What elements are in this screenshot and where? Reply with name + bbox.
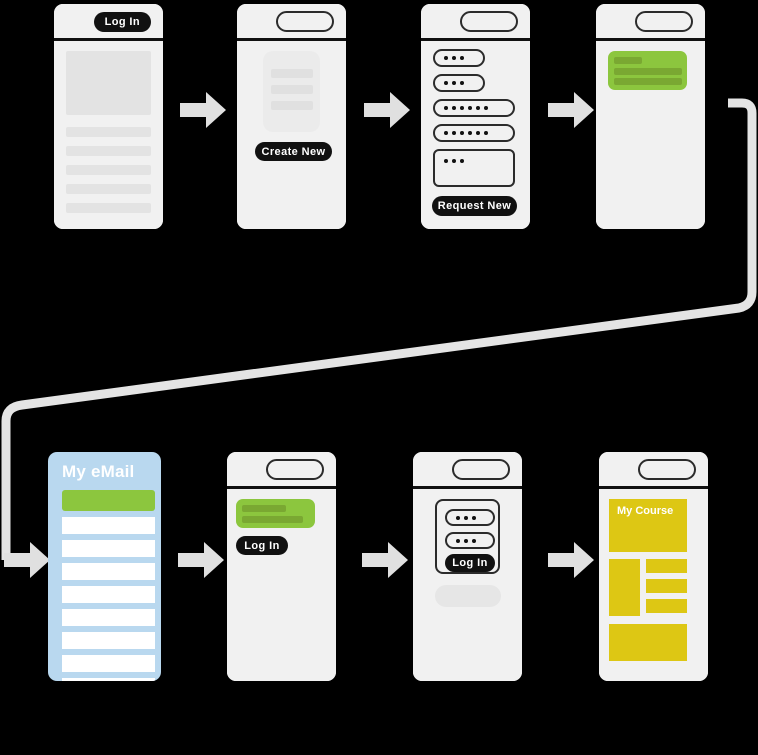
- create-new-button[interactable]: Create New: [255, 142, 332, 161]
- phone-body: My Course: [599, 489, 708, 681]
- field-dots: [444, 159, 464, 163]
- card-line: [614, 57, 642, 64]
- phone-frame: [596, 4, 705, 229]
- course-title: My Course: [617, 505, 674, 517]
- field-short-2[interactable]: [433, 74, 485, 92]
- phone-frame: Log In: [54, 4, 163, 229]
- phone-header: [237, 4, 346, 41]
- card-line: [271, 101, 313, 110]
- message-card: [236, 499, 315, 528]
- footer-placeholder: [435, 585, 501, 607]
- address-bar-pill[interactable]: [460, 11, 518, 32]
- mail-row[interactable]: [62, 586, 155, 603]
- mail-row[interactable]: [62, 655, 155, 672]
- card-line: [271, 85, 313, 94]
- address-bar-pill[interactable]: [266, 459, 324, 480]
- card-line: [242, 505, 286, 512]
- card-line: [271, 69, 313, 78]
- phone-header: [421, 4, 530, 41]
- mail-row[interactable]: [62, 632, 155, 649]
- field-dots: [456, 538, 476, 543]
- field-dots: [456, 515, 476, 520]
- confirmation-screen[interactable]: [596, 4, 705, 229]
- address-bar-pill[interactable]: [276, 11, 334, 32]
- text-line: [66, 203, 151, 213]
- text-line: [66, 146, 151, 156]
- course-footer-block: [609, 624, 687, 661]
- request-new-button[interactable]: Request New: [432, 196, 517, 216]
- mail-row[interactable]: [62, 609, 155, 626]
- mail-row[interactable]: [62, 540, 155, 557]
- address-bar-pill[interactable]: [452, 459, 510, 480]
- course-hero-block: My Course: [609, 499, 687, 552]
- phone-body: Create New: [237, 41, 346, 229]
- confirmation-card: [608, 51, 687, 90]
- login-form-card: Log In: [435, 499, 500, 574]
- username-field[interactable]: [445, 509, 495, 526]
- phone-body: [596, 41, 705, 229]
- phone-header: [599, 452, 708, 489]
- field-dots: [444, 56, 464, 60]
- password-field[interactable]: [445, 532, 495, 549]
- text-line: [66, 127, 151, 137]
- card-line: [614, 68, 682, 75]
- arrow-landing-to-list: [180, 92, 226, 128]
- mail-row[interactable]: [62, 563, 155, 580]
- field-message[interactable]: [433, 149, 515, 187]
- arrow-form-to-confirmation: [548, 92, 594, 128]
- flow-diagram-canvas: Log In Create New Request New My eMail L…: [0, 0, 758, 755]
- mail-app: My eMail: [48, 452, 161, 681]
- email-inbox-screen[interactable]: My eMail: [48, 452, 161, 681]
- card-line: [242, 516, 303, 523]
- phone-header: [227, 452, 336, 489]
- address-bar-pill[interactable]: [638, 459, 696, 480]
- phone-frame: Request New: [421, 4, 530, 229]
- course-detail-line: [646, 599, 687, 613]
- hero-placeholder: [66, 51, 151, 115]
- mail-row[interactable]: [62, 517, 155, 534]
- email-message-screen[interactable]: Log In: [227, 452, 336, 681]
- phone-frame: Log In: [227, 452, 336, 681]
- login-screen[interactable]: Log In: [413, 452, 522, 681]
- course-detail-line: [646, 579, 687, 593]
- phone-body: Request New: [421, 41, 530, 229]
- arrow-login-to-course: [548, 542, 594, 578]
- card-line: [614, 78, 682, 85]
- phone-frame: Log In: [413, 452, 522, 681]
- login-button[interactable]: Log In: [445, 554, 495, 572]
- field-wide-2[interactable]: [433, 124, 515, 142]
- arrow-list-to-form: [364, 92, 410, 128]
- mail-title: My eMail: [62, 462, 135, 481]
- course-thumb-block: [609, 559, 640, 616]
- phone-header: Log In: [54, 4, 163, 41]
- login-button[interactable]: Log In: [236, 536, 288, 555]
- phone-body: Log In: [227, 489, 336, 681]
- phone-body: [54, 41, 163, 229]
- request-form-screen[interactable]: Request New: [421, 4, 530, 229]
- mail-row[interactable]: [62, 678, 155, 681]
- course-detail-line: [646, 559, 687, 573]
- field-dots: [444, 131, 488, 135]
- landing-screen[interactable]: Log In: [54, 4, 163, 229]
- field-short-1[interactable]: [433, 49, 485, 67]
- arrow-message-to-login: [362, 542, 408, 578]
- phone-body: Log In: [413, 489, 522, 681]
- login-button[interactable]: Log In: [93, 12, 151, 32]
- field-dots: [444, 106, 488, 110]
- arrow-email-to-message: [178, 542, 224, 578]
- arrow-connector-to-email: [4, 542, 50, 578]
- field-dots: [444, 81, 464, 85]
- course-dashboard-screen[interactable]: My Course: [599, 452, 708, 681]
- list-screen[interactable]: Create New: [237, 4, 346, 229]
- mail-row-highlighted[interactable]: [62, 490, 155, 511]
- phone-header: [413, 452, 522, 489]
- text-line: [66, 184, 151, 194]
- phone-header: [596, 4, 705, 41]
- text-line: [66, 165, 151, 175]
- phone-frame: Create New: [237, 4, 346, 229]
- field-wide-1[interactable]: [433, 99, 515, 117]
- phone-frame: My Course: [599, 452, 708, 681]
- address-bar-pill[interactable]: [635, 11, 693, 32]
- content-card: [263, 51, 320, 132]
